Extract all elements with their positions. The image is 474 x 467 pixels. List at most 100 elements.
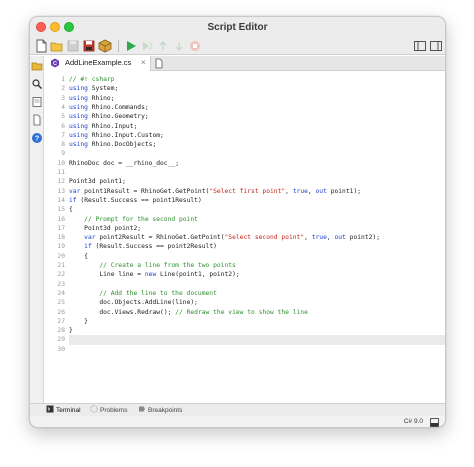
code-line[interactable]: // Create a line from the two points	[69, 261, 445, 270]
csharp-file-icon: C	[51, 58, 59, 68]
code-line[interactable]: }	[69, 317, 445, 326]
line-number: 7	[61, 131, 65, 139]
line-number: 29	[57, 336, 65, 344]
code-line[interactable]: Point3d point2;	[69, 224, 445, 233]
code-line[interactable]: using Rhino.Commands;	[69, 103, 445, 112]
line-number: 2	[61, 85, 65, 93]
code-line[interactable]	[69, 345, 445, 354]
code-line[interactable]: Point3d point1;	[69, 177, 445, 186]
line-number: 11	[57, 169, 65, 176]
tab-addlineexample[interactable]: C AddLineExample.cs ×	[45, 56, 151, 71]
close-window-button[interactable]	[36, 22, 46, 32]
code-line[interactable]: // Add the line to the document	[69, 289, 445, 298]
code-line[interactable]: using System;	[69, 84, 445, 93]
stop-icon[interactable]	[188, 39, 202, 53]
code-line[interactable]: using Rhino.Geometry;	[69, 112, 445, 121]
code-line[interactable]: doc.Objects.AddLine(line);	[69, 298, 445, 307]
tab-terminal-label: Terminal	[56, 407, 81, 414]
code-line[interactable]: var point2Result = RhinoGet.GetPoint("Se…	[69, 233, 445, 242]
code-line[interactable]: if (Result.Success == point1Result)	[69, 196, 445, 205]
save-icon[interactable]	[82, 39, 96, 53]
script-editor-window: Script Editor ? C AddLineExample.cs × 1 …	[29, 16, 446, 428]
line-number: 15	[57, 206, 65, 214]
svg-text:?: ?	[35, 134, 40, 143]
code-line[interactable]: {	[69, 252, 445, 261]
step-out-icon[interactable]	[172, 39, 186, 53]
document-icon[interactable]	[31, 114, 43, 126]
problems-icon	[90, 405, 98, 413]
bottom-panel-tabs: Terminal Problems Breakpoints	[30, 403, 445, 416]
line-number: 10	[57, 159, 65, 167]
tab-breakpoints[interactable]: Breakpoints	[138, 405, 182, 416]
tab-breakpoints-label: Breakpoints	[148, 407, 183, 414]
line-number: 27	[57, 317, 65, 325]
tab-terminal[interactable]: Terminal	[46, 405, 81, 416]
save-disabled-icon[interactable]	[66, 39, 80, 53]
libraries-icon[interactable]	[31, 96, 43, 108]
line-number-gutter: 1 2 3 4 5 6 7 8 9 10 11 12 13 14 15 16 17 18 19 20 21 22 23 24 2…	[45, 72, 69, 402]
new-tab-icon[interactable]	[154, 58, 164, 69]
code-line[interactable]	[69, 280, 445, 289]
minimize-window-button[interactable]	[50, 22, 60, 32]
code-line[interactable]: Line line = new Line(point1, point2);	[69, 270, 445, 279]
tab-close-icon[interactable]: ×	[141, 58, 146, 68]
svg-text:C: C	[53, 61, 57, 67]
new-file-icon[interactable]	[34, 39, 48, 53]
line-number: 26	[57, 308, 65, 316]
code-line[interactable]: doc.Views.Redraw(); // Redraw the view t…	[69, 308, 445, 317]
editor-tab-bar: C AddLineExample.cs ×	[45, 56, 445, 71]
search-icon[interactable]	[31, 78, 43, 90]
tab-problems[interactable]: Problems	[90, 405, 127, 416]
code-line[interactable]	[69, 335, 445, 345]
language-indicator[interactable]: C# 9.0	[404, 418, 423, 425]
run-icon[interactable]	[124, 39, 138, 53]
help-icon[interactable]: ?	[31, 132, 43, 144]
code-line[interactable]	[69, 149, 445, 158]
folder-icon[interactable]	[31, 60, 43, 72]
panel-layout-icon[interactable]	[430, 418, 439, 427]
line-number: 14	[57, 196, 65, 204]
line-number: 9	[61, 150, 65, 158]
code-line[interactable]: RhinoDoc doc = __rhino_doc__;	[69, 159, 445, 168]
line-number: 12	[57, 178, 65, 186]
code-line[interactable]: using Rhino;	[69, 94, 445, 103]
line-number: 28	[57, 327, 65, 335]
code-line[interactable]: // #! csharp	[69, 75, 445, 84]
line-number: 18	[57, 234, 65, 242]
code-line[interactable]	[69, 168, 445, 177]
toolbar-separator	[118, 40, 119, 52]
maximize-window-button[interactable]	[64, 22, 74, 32]
terminal-icon	[46, 405, 54, 413]
code-line[interactable]: }	[69, 326, 445, 335]
line-number: 8	[61, 141, 65, 149]
window-title: Script Editor	[207, 22, 268, 33]
title-bar: Script Editor	[30, 17, 445, 37]
open-folder-icon[interactable]	[50, 39, 64, 53]
line-number: 13	[57, 187, 65, 195]
tab-problems-label: Problems	[100, 407, 128, 414]
toggle-left-panel-icon[interactable]	[413, 39, 427, 53]
code-line[interactable]: using Rhino.Input;	[69, 122, 445, 131]
toolbar	[30, 37, 445, 55]
line-number: 20	[57, 252, 65, 260]
code-editor[interactable]: 1 2 3 4 5 6 7 8 9 10 11 12 13 14 15 16 17 18 19 20 21 22 23 24 2…	[45, 72, 445, 402]
line-number: 17	[57, 224, 65, 232]
code-line[interactable]: // Prompt for the second point	[69, 215, 445, 224]
code-line[interactable]: using Rhino.Input.Custom;	[69, 131, 445, 140]
code-line[interactable]: using Rhino.DocObjects;	[69, 140, 445, 149]
code-line[interactable]: if (Result.Success == point2Result)	[69, 242, 445, 251]
code-area[interactable]: // #! csharp using System; using Rhino; usi…	[69, 72, 445, 402]
code-line[interactable]: {	[69, 205, 445, 214]
tab-label: AddLineExample.cs	[65, 58, 132, 67]
code-line[interactable]: var point1Result = RhinoGet.GetPoint("Se…	[69, 187, 445, 196]
line-number: 3	[61, 94, 65, 102]
package-icon[interactable]	[98, 39, 112, 53]
line-number: 22	[57, 271, 65, 279]
breakpoints-icon	[139, 406, 145, 412]
line-number: 30	[57, 345, 65, 353]
toggle-right-panel-icon[interactable]	[429, 39, 443, 53]
step-over-icon[interactable]	[156, 39, 170, 53]
debug-restart-icon[interactable]	[140, 39, 154, 53]
line-number: 19	[57, 243, 65, 251]
line-number: 21	[57, 262, 65, 269]
